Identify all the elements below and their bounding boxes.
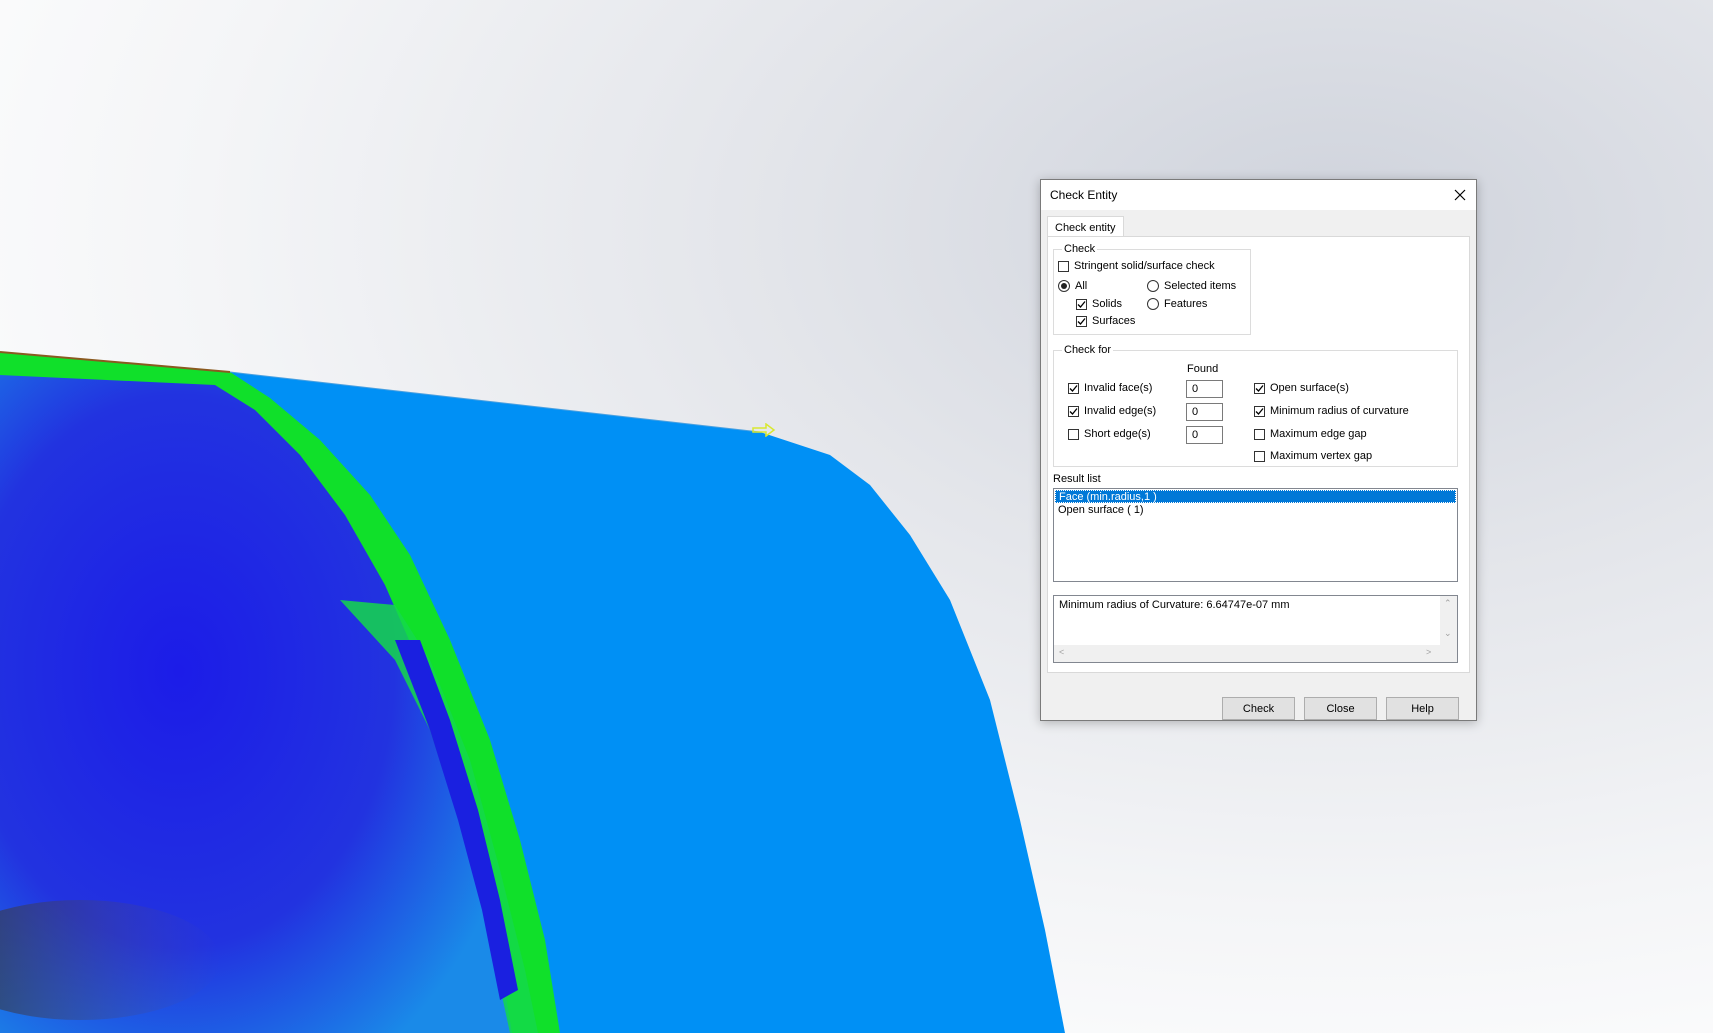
scroll-right-icon[interactable]: > xyxy=(1426,647,1431,657)
max-vertex-gap-checkbox[interactable]: Maximum vertex gap xyxy=(1254,450,1372,462)
short-edges-label: Short edge(s) xyxy=(1084,428,1151,440)
check-mark-icon xyxy=(1255,407,1264,415)
tab-panel: Check Stringent solid/surface check All … xyxy=(1047,236,1470,673)
invalid-faces-label: Invalid face(s) xyxy=(1084,382,1153,394)
dialog-title: Check Entity xyxy=(1050,188,1118,202)
radio-button[interactable] xyxy=(1147,298,1159,310)
features-label: Features xyxy=(1164,298,1208,310)
invalid-edges-checkbox[interactable]: Invalid edge(s) xyxy=(1068,405,1156,417)
close-icon[interactable] xyxy=(1444,180,1476,210)
radio-button[interactable] xyxy=(1058,280,1070,292)
open-surfaces-checkbox[interactable]: Open surface(s) xyxy=(1254,382,1349,394)
list-item[interactable]: Open surface ( 1) xyxy=(1055,504,1456,517)
check-button[interactable]: Check xyxy=(1222,697,1295,720)
message-box[interactable]: Minimum radius of Curvature: 6.64747e-07… xyxy=(1053,595,1458,663)
invalid-faces-found: 0 xyxy=(1186,380,1223,398)
scroll-corner xyxy=(1440,645,1457,662)
max-edge-gap-checkbox[interactable]: Maximum edge gap xyxy=(1254,428,1367,440)
checkbox-box[interactable] xyxy=(1254,382,1265,394)
short-edges-checkbox[interactable]: Short edge(s) xyxy=(1068,428,1151,440)
short-edges-found: 0 xyxy=(1186,426,1223,444)
surfaces-checkbox[interactable]: Surfaces xyxy=(1076,315,1135,327)
invalid-faces-checkbox[interactable]: Invalid face(s) xyxy=(1068,382,1152,394)
invalid-edges-label: Invalid edge(s) xyxy=(1084,405,1157,417)
checkbox-box[interactable] xyxy=(1068,428,1079,440)
check-for-label: Check for xyxy=(1062,343,1114,357)
scroll-up-icon[interactable]: ⌃ xyxy=(1444,598,1452,609)
vertical-scrollbar[interactable]: ⌃ ⌄ xyxy=(1440,596,1457,645)
checkbox-box[interactable] xyxy=(1076,298,1087,310)
check-mark-icon xyxy=(1077,317,1086,325)
stringent-label: Stringent solid/surface check xyxy=(1074,260,1215,272)
stringent-checkbox[interactable]: Stringent solid/surface check xyxy=(1058,260,1215,272)
help-button[interactable]: Help xyxy=(1386,697,1459,720)
radio-selected-items[interactable]: Selected items xyxy=(1147,280,1236,292)
checkbox-box[interactable] xyxy=(1068,405,1079,417)
checkbox-box[interactable] xyxy=(1076,315,1087,327)
surfaces-label: Surfaces xyxy=(1092,315,1136,327)
invalid-edges-found: 0 xyxy=(1186,403,1223,421)
check-group-label: Check xyxy=(1062,242,1098,256)
open-surfaces-label: Open surface(s) xyxy=(1270,382,1349,394)
check-mark-icon xyxy=(1255,384,1264,392)
solids-checkbox[interactable]: Solids xyxy=(1076,298,1122,310)
message-text: Minimum radius of Curvature: 6.64747e-07… xyxy=(1059,599,1290,611)
scroll-left-icon[interactable]: < xyxy=(1059,647,1064,657)
check-mark-icon xyxy=(1077,300,1086,308)
max-vertex-gap-label: Maximum vertex gap xyxy=(1270,450,1373,462)
found-header: Found xyxy=(1187,363,1219,375)
radio-all[interactable]: All xyxy=(1058,280,1087,292)
max-edge-gap-label: Maximum edge gap xyxy=(1270,428,1367,440)
scroll-down-icon[interactable]: ⌄ xyxy=(1444,628,1452,639)
list-item[interactable]: Face (min.radius,1 ) xyxy=(1055,490,1456,503)
radio-features[interactable]: Features xyxy=(1147,298,1207,310)
horizontal-scrollbar[interactable]: < > xyxy=(1054,645,1440,662)
checkbox-box[interactable] xyxy=(1254,405,1265,417)
dialog-titlebar[interactable]: Check Entity xyxy=(1041,180,1476,210)
checkbox-box[interactable] xyxy=(1068,382,1079,394)
close-button[interactable]: Close xyxy=(1304,697,1377,720)
check-mark-icon xyxy=(1069,407,1078,415)
solids-label: Solids xyxy=(1092,298,1122,310)
check-entity-dialog: Check Entity Check entity Check Stringen… xyxy=(1040,179,1477,721)
radio-button[interactable] xyxy=(1147,280,1159,292)
radio-selected-label: Selected items xyxy=(1164,280,1237,292)
min-radius-label: Minimum radius of curvature xyxy=(1270,405,1409,417)
checkbox-box[interactable] xyxy=(1058,260,1069,272)
radio-all-label: All xyxy=(1075,280,1088,292)
result-list-label: Result list xyxy=(1053,473,1101,485)
result-list[interactable]: Face (min.radius,1 ) Open surface ( 1) xyxy=(1053,488,1458,582)
min-radius-checkbox[interactable]: Minimum radius of curvature xyxy=(1254,405,1409,417)
checkbox-box[interactable] xyxy=(1254,428,1265,440)
check-mark-icon xyxy=(1069,384,1078,392)
checkbox-box[interactable] xyxy=(1254,450,1265,462)
